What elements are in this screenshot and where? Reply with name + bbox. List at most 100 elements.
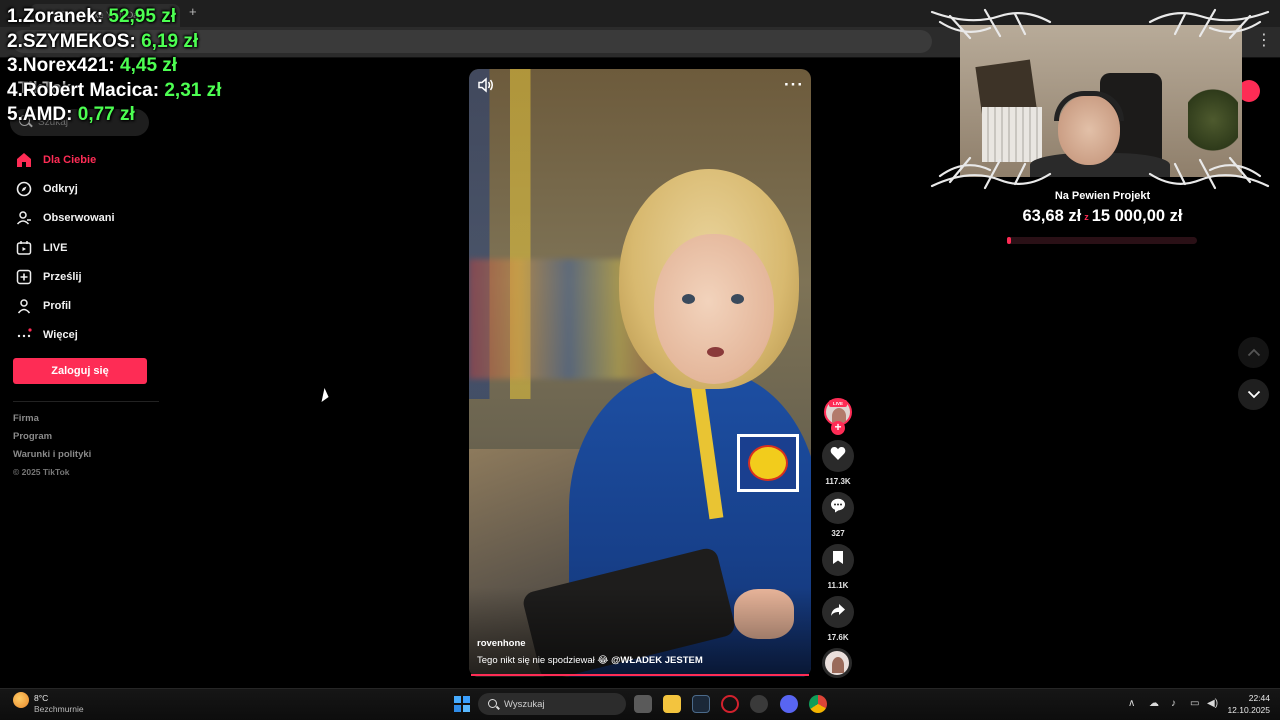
sidebar-item-label: Więcej xyxy=(43,329,78,342)
sidebar-item-more[interactable]: Więcej xyxy=(13,321,163,350)
sidebar-nav: Dla Ciebie Odkryj Obserwowani LIVE Prześ… xyxy=(13,145,163,350)
app-icon[interactable] xyxy=(750,695,768,713)
comment-icon xyxy=(830,498,846,518)
video-more-icon[interactable]: ··· xyxy=(784,75,804,95)
sidebar-item-profile[interactable]: Profil xyxy=(13,291,163,320)
stream-goal-progress-bar xyxy=(1007,237,1197,244)
discord-icon[interactable] xyxy=(780,695,798,713)
profile-icon xyxy=(13,298,35,314)
footer-link-program[interactable]: Program xyxy=(13,430,91,448)
task-view-icon[interactable] xyxy=(634,695,652,713)
sidebar-item-explore[interactable]: Odkryj xyxy=(13,174,163,203)
onedrive-icon[interactable]: ☁ xyxy=(1149,698,1159,709)
volume-icon[interactable] xyxy=(477,77,495,93)
weather-temperature[interactable]: 8°C xyxy=(34,693,48,703)
network-icon[interactable]: ▭ xyxy=(1190,698,1199,709)
sidebar-item-label: Dla Ciebie xyxy=(43,153,97,166)
donor-amount: 52,95 zł xyxy=(108,6,176,27)
donor-amount: 2,31 zł xyxy=(164,79,222,101)
more-icon xyxy=(13,327,35,343)
save-button[interactable] xyxy=(822,544,854,576)
video-caption: Tego nikt się nie spodziewał 😂 @WŁADEK J… xyxy=(477,655,703,666)
weather-description[interactable]: Bezchmurnie xyxy=(34,704,84,714)
webcam-frame-ornament xyxy=(930,8,1270,190)
goal-target: 15 000,00 zł xyxy=(1091,207,1183,225)
sidebar-item-live[interactable]: LIVE xyxy=(13,233,163,262)
donor-rank: 4. xyxy=(7,79,23,101)
chrome-icon[interactable] xyxy=(809,695,827,713)
bookmark-icon xyxy=(832,550,844,570)
compass-icon xyxy=(13,181,35,197)
heart-icon xyxy=(830,446,846,466)
sound-disc[interactable] xyxy=(822,648,852,678)
donor-leaderboard: 1.Zoranek: 52,95 zł 2.SZYMEKOS: 6,19 zł 3.… xyxy=(7,5,221,128)
footer-links: Firma Program Warunki i polityki © 2025 … xyxy=(13,412,91,484)
stream-goal-progress-fill xyxy=(1007,237,1011,244)
search-icon xyxy=(488,699,497,708)
comment-button[interactable] xyxy=(822,492,854,524)
volume-tray-icon[interactable]: ◀) xyxy=(1207,698,1218,709)
video-player[interactable] xyxy=(469,69,811,677)
start-button[interactable] xyxy=(454,696,470,712)
tray-expand-icon[interactable]: ∧ xyxy=(1128,698,1135,709)
donor-amount: 6,19 zł xyxy=(141,30,199,52)
video-frame-mouth xyxy=(707,347,724,357)
chevron-down-icon xyxy=(1247,386,1261,404)
goal-current: 63,68 zł xyxy=(1022,207,1082,225)
donor-name: Robert Macica: xyxy=(22,79,160,101)
donor-row: 1.Zoranek: 52,95 zł xyxy=(7,5,221,30)
sidebar-item-upload[interactable]: Prześlij xyxy=(13,262,163,291)
footer-link-terms[interactable]: Warunki i polityki xyxy=(13,448,91,466)
donor-rank: 3. xyxy=(7,55,23,76)
weather-icon[interactable] xyxy=(13,692,29,708)
like-count: 117.3K xyxy=(825,477,851,486)
sidebar-item-label: Odkryj xyxy=(43,182,78,195)
like-button[interactable] xyxy=(822,440,854,472)
sidebar-item-label: Profil xyxy=(43,300,72,313)
opera-gx-icon[interactable] xyxy=(721,695,739,713)
donor-name: Zoranek: xyxy=(22,6,104,27)
video-progress-bar[interactable] xyxy=(471,674,809,676)
follow-button[interactable]: + xyxy=(831,421,845,435)
taskbar-time[interactable]: 22:44 xyxy=(1240,693,1270,703)
steam-icon[interactable] xyxy=(692,695,710,713)
upload-icon xyxy=(13,269,35,285)
sidebar-item-following[interactable]: Obserwowani xyxy=(13,204,163,233)
stream-goal-title: Na Pewien Projekt xyxy=(1054,190,1151,202)
video-author[interactable]: rovenhone xyxy=(477,638,526,649)
sidebar-item-label: Obserwowani xyxy=(43,212,115,225)
share-button[interactable] xyxy=(822,596,854,628)
live-icon xyxy=(13,240,35,256)
taskbar-date[interactable]: 12.10.2025 xyxy=(1222,705,1270,715)
stream-goal-amount: 63,68 zł z 15 000,00 zł xyxy=(990,207,1215,226)
save-count: 11.1K xyxy=(827,581,849,590)
share-icon xyxy=(830,603,846,622)
caption-text: Tego nikt się nie spodziewał 😂 xyxy=(477,655,609,666)
donor-amount: 4,45 zł xyxy=(120,55,178,76)
video-frame-eye xyxy=(731,294,744,304)
sidebar-item-for-you[interactable]: Dla Ciebie xyxy=(13,145,163,174)
taskbar-search[interactable]: Wyszukaj xyxy=(478,693,626,715)
donor-rank: 1. xyxy=(7,6,23,27)
sidebar-item-label: Prześlij xyxy=(43,270,82,283)
share-count: 17.6K xyxy=(827,633,849,642)
video-frame-logo-patch xyxy=(737,434,799,492)
donor-rank: 5. xyxy=(7,104,23,125)
previous-video-button[interactable] xyxy=(1238,337,1269,368)
donor-name: AMD: xyxy=(22,104,73,125)
donor-row: 3.Norex421: 4,45 zł xyxy=(7,54,221,79)
donor-row: 2.SZYMEKOS: 6,19 zł xyxy=(7,30,221,55)
file-explorer-icon[interactable] xyxy=(663,695,681,713)
live-badge: LIVE xyxy=(829,400,847,407)
copyright: © 2025 TikTok xyxy=(13,467,70,477)
donor-row: 5.AMD: 0,77 zł xyxy=(7,103,221,128)
chevron-up-icon xyxy=(1247,344,1261,362)
microphone-icon[interactable]: ♪ xyxy=(1171,698,1176,709)
next-video-button[interactable] xyxy=(1238,379,1269,410)
login-button[interactable]: Zaloguj się xyxy=(13,358,147,384)
footer-link-company[interactable]: Firma xyxy=(13,412,91,430)
donor-rank: 2. xyxy=(7,30,23,52)
following-icon xyxy=(13,210,35,226)
caption-mention[interactable]: @WŁADEK JESTEM xyxy=(611,655,703,666)
home-icon xyxy=(13,152,35,168)
